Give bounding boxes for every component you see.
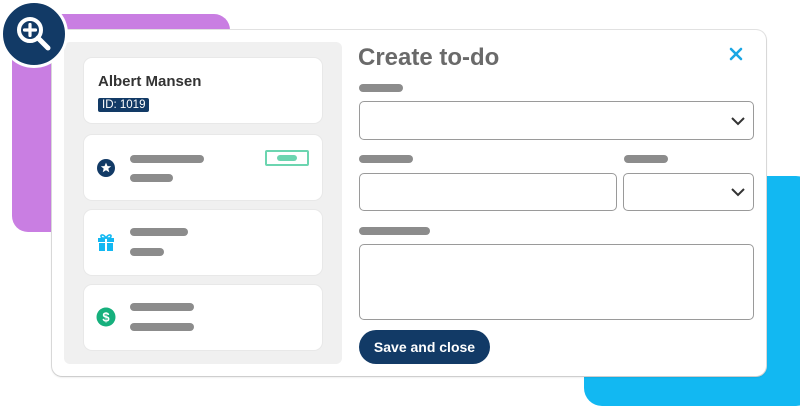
contact-name: Albert Mansen [98,73,202,90]
select-field-2[interactable] [623,173,754,211]
text-field[interactable] [359,173,617,211]
placeholder-text-bar [130,323,194,331]
zoom-in-icon[interactable] [0,0,68,68]
contact-card[interactable]: Albert Mansen ID: 1019 [84,58,322,123]
gift-icon [98,234,114,251]
contact-id-badge: ID: 1019 [98,98,150,112]
loyalty-card[interactable] [84,135,322,200]
field-label-placeholder [359,227,430,235]
payment-card[interactable]: $ [84,285,322,350]
svg-text:$: $ [102,310,110,325]
star-icon [97,159,115,177]
save-and-close-button[interactable]: Save and close [359,330,490,364]
placeholder-text-bar [130,174,173,182]
chevron-down-icon [731,188,745,197]
field-label-placeholder [624,155,668,163]
placeholder-text-bar [130,303,194,311]
placeholder-text-bar [130,155,204,163]
create-todo-dialog: Albert Mansen ID: 1019 $ Create to-do Sa… [52,30,766,376]
placeholder-text-bar [130,248,164,256]
dialog-title: Create to-do [358,44,500,71]
chevron-down-icon [731,116,745,125]
status-tag-fill [277,155,297,161]
description-textarea[interactable] [359,244,754,320]
select-field-1[interactable] [359,101,754,140]
field-label-placeholder [359,84,403,92]
placeholder-text-bar [130,228,188,236]
field-label-placeholder [359,155,413,163]
dollar-icon: $ [96,307,116,327]
rewards-card[interactable] [84,210,322,275]
close-icon[interactable] [726,44,746,64]
contact-sidebar: Albert Mansen ID: 1019 $ [64,42,342,364]
status-tag [265,150,309,166]
